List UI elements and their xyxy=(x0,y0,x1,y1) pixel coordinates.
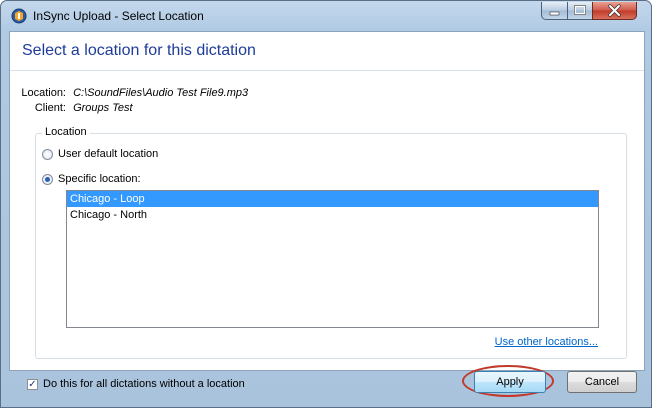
maximize-button[interactable] xyxy=(567,2,593,20)
radio-user-default[interactable]: User default location xyxy=(42,148,158,160)
minimize-icon xyxy=(549,11,560,16)
location-value: C:\SoundFiles\Audio Test File9.mp3 xyxy=(73,87,249,99)
use-other-locations-link[interactable]: Use other locations... xyxy=(495,336,598,348)
apply-all-checkbox[interactable]: ✓ xyxy=(27,378,38,390)
dialog-window: InSync Upload - Select Location Select a… xyxy=(0,0,652,408)
radio-button-checked[interactable] xyxy=(42,173,53,185)
location-label: Location: xyxy=(21,87,66,99)
window-title: InSync Upload - Select Location xyxy=(33,9,204,23)
client-value: Groups Test xyxy=(73,102,133,114)
location-groupbox: Location User default location Specific … xyxy=(35,126,627,359)
location-group-title: Location xyxy=(42,126,90,138)
maximize-icon xyxy=(574,5,586,15)
list-item-chicago-loop[interactable]: Chicago - Loop xyxy=(67,191,598,207)
radio-specific-location-label: Specific location: xyxy=(58,173,141,185)
heading-divider xyxy=(10,70,644,71)
apply-all-checkbox-row[interactable]: ✓ Do this for all dictations without a l… xyxy=(27,378,245,390)
location-listbox[interactable]: Chicago - Loop Chicago - North xyxy=(66,190,599,328)
radio-user-default-label: User default location xyxy=(58,148,159,160)
insync-app-icon xyxy=(11,8,27,24)
list-item-chicago-north[interactable]: Chicago - North xyxy=(67,207,598,223)
title-bar[interactable]: InSync Upload - Select Location xyxy=(1,1,651,31)
apply-all-checkbox-label: Do this for all dictations without a loc… xyxy=(43,378,245,390)
dialog-heading: Select a location for this dictation xyxy=(22,42,256,59)
close-icon xyxy=(608,4,621,17)
location-info-row: Location: C:\SoundFiles\Audio Test File9… xyxy=(10,87,248,99)
radio-specific-location[interactable]: Specific location: xyxy=(42,173,141,185)
minimize-button[interactable] xyxy=(541,2,568,20)
client-info-row: Client: Groups Test xyxy=(10,102,133,114)
close-button[interactable] xyxy=(592,2,637,20)
client-label: Client: xyxy=(34,102,66,114)
cancel-button[interactable]: Cancel xyxy=(567,371,637,393)
apply-button[interactable]: Apply xyxy=(474,371,546,393)
radio-button[interactable] xyxy=(42,148,53,160)
